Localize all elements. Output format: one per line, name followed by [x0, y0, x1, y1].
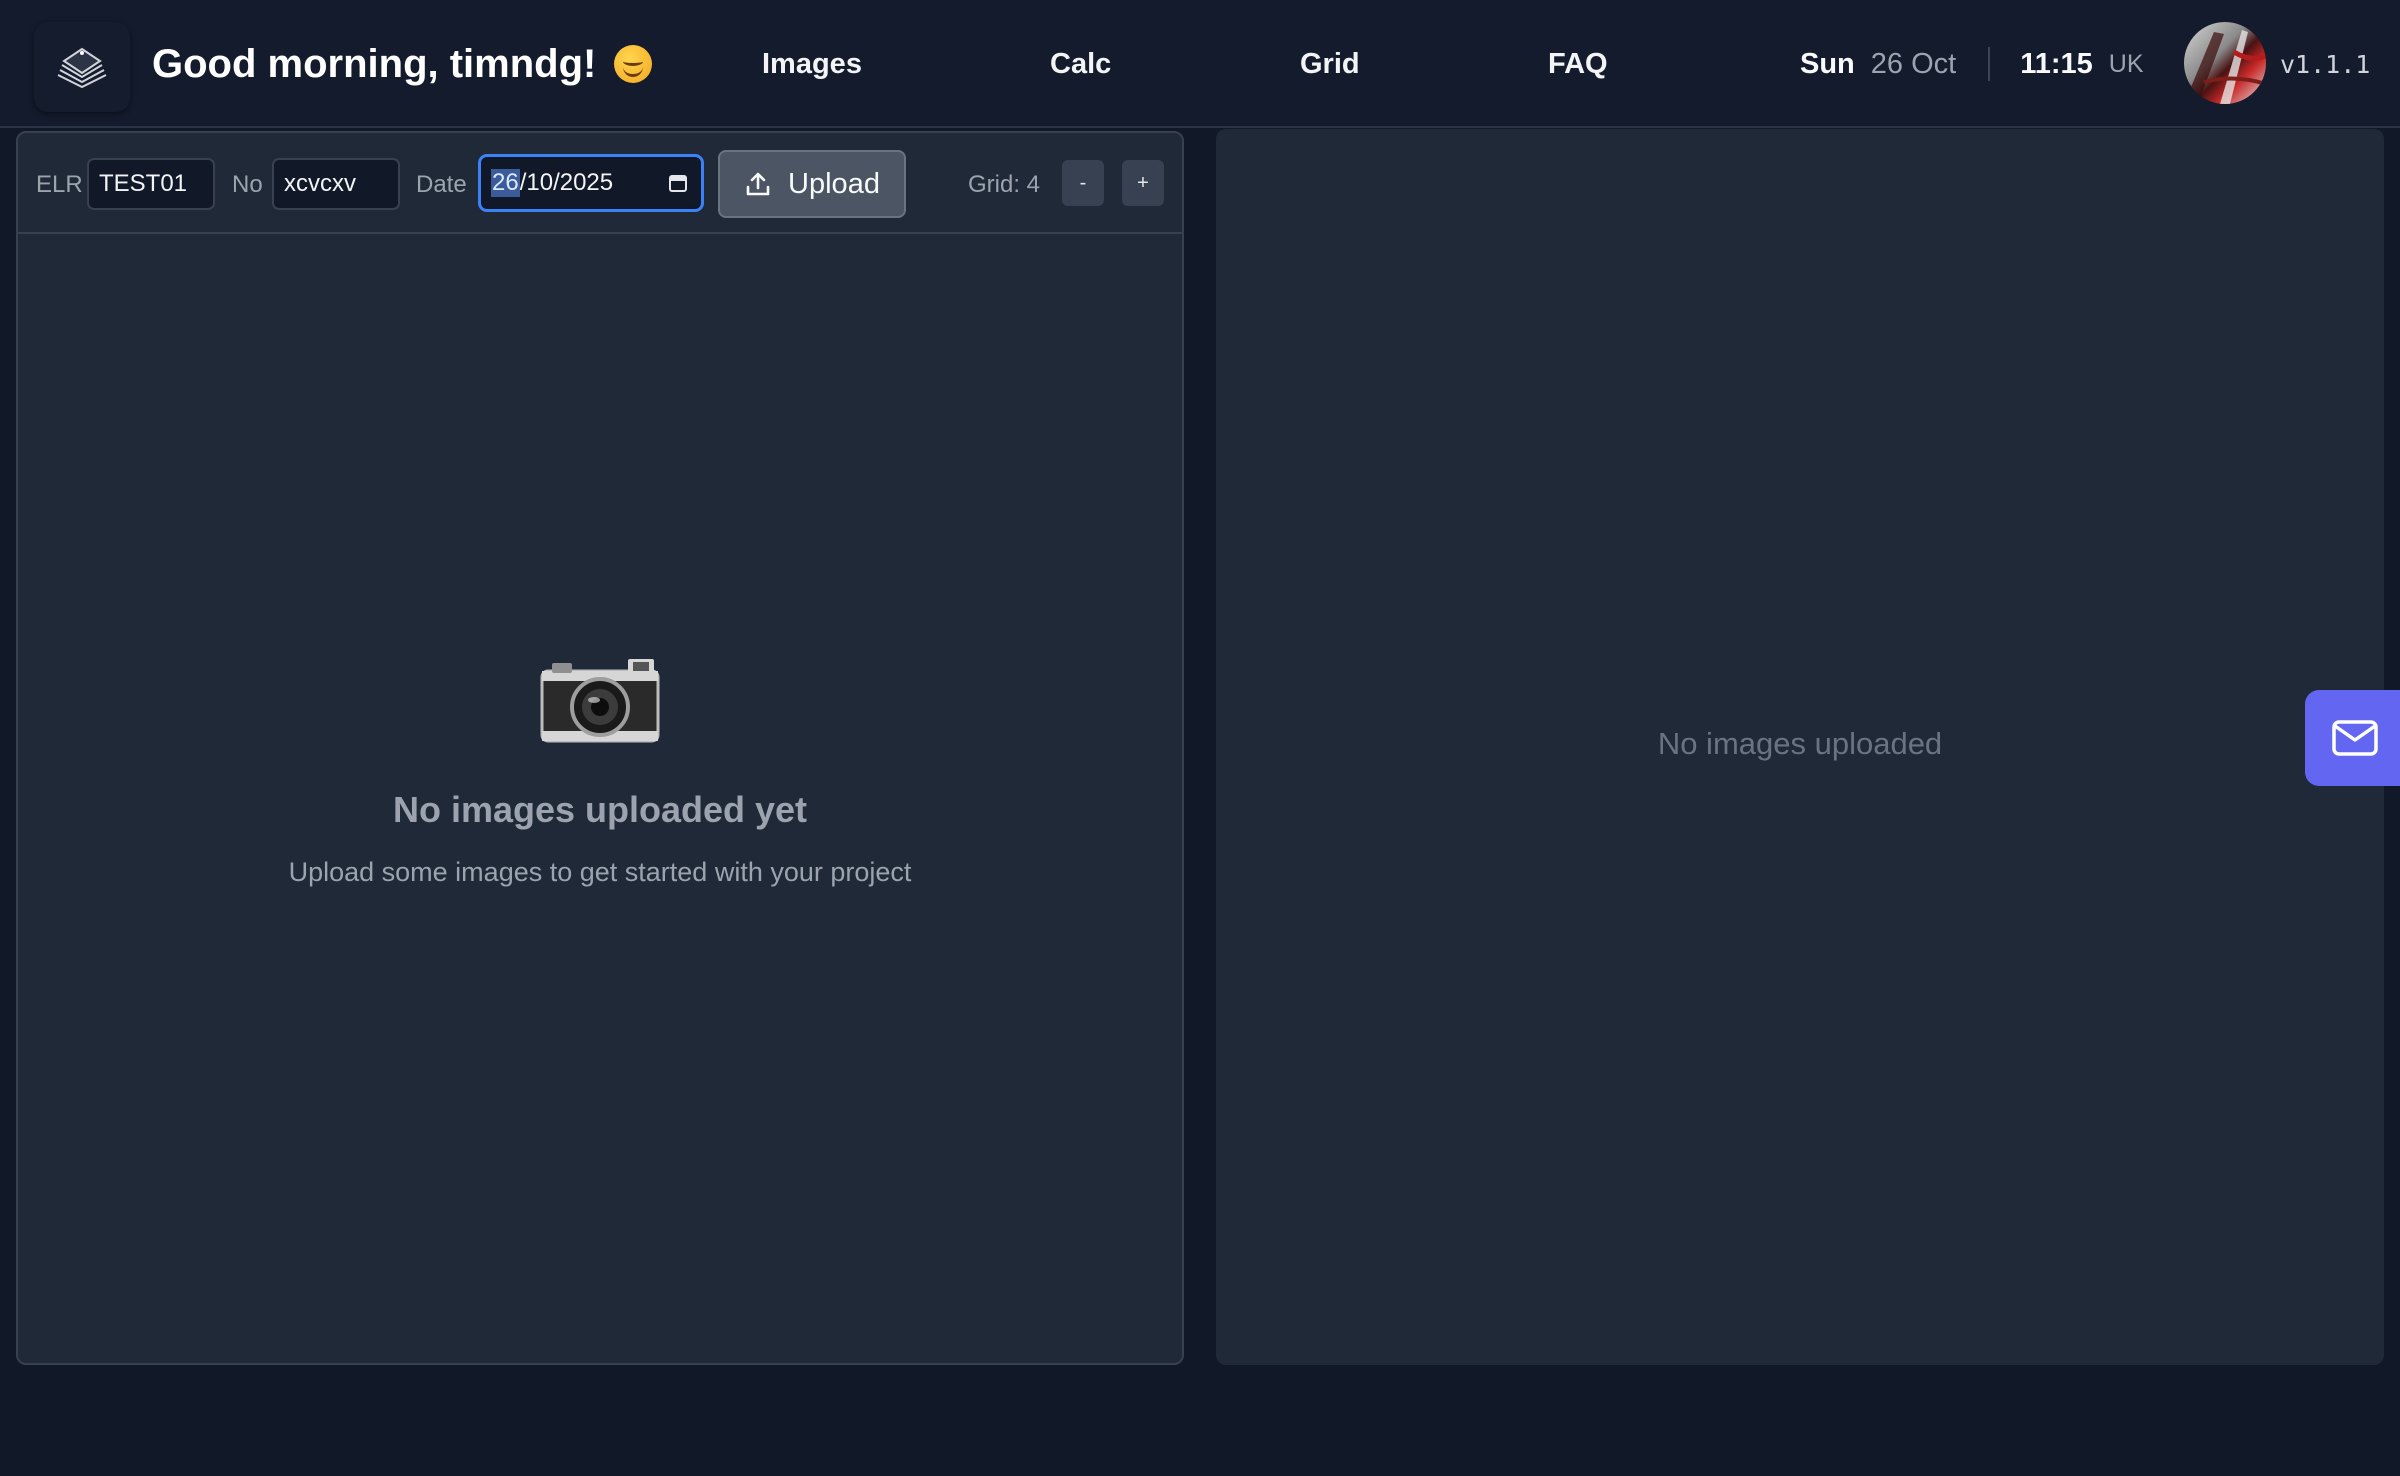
timezone-label: UK [2108, 49, 2144, 78]
nav-calc[interactable]: Calc [1050, 44, 1111, 84]
empty-state: No images uploaded yet Upload some image… [18, 653, 1182, 888]
no-label: No [232, 171, 263, 198]
contact-mail-button[interactable] [2305, 690, 2400, 786]
empty-state-title: No images uploaded yet [392, 789, 808, 830]
nav-grid[interactable]: Grid [1300, 44, 1360, 84]
upload-button-label: Upload [788, 167, 880, 200]
smiling-face-emoji-icon [614, 45, 653, 83]
app-logo[interactable] [34, 22, 130, 112]
date-month-year-segment[interactable]: /10/2025 [520, 169, 613, 197]
camera-icon [540, 659, 660, 743]
greeting-heading: Good morning, timndg! [152, 36, 653, 92]
current-date: 26 Oct [1870, 47, 1957, 80]
calendar-icon[interactable] [669, 173, 687, 193]
grid-decrease-button[interactable]: - [1062, 160, 1104, 206]
grid-increase-button[interactable]: + [1122, 160, 1164, 206]
preview-empty-text: No images uploaded [1657, 726, 1943, 761]
top-header: Good morning, timndg! Images Calc Grid F… [0, 0, 2400, 128]
date-label: Date [416, 171, 467, 198]
app-version: v1.1.1 [2280, 49, 2371, 79]
date-input[interactable]: 26 /10/2025 [478, 154, 704, 212]
current-time: 11:15 [2020, 47, 2093, 80]
layered-stack-logo-icon [57, 47, 107, 89]
nav-images[interactable]: Images [762, 44, 862, 84]
avatar-image [2184, 30, 2266, 104]
preview-panel: No images uploaded [1216, 129, 2384, 1365]
nav-faq[interactable]: FAQ [1548, 44, 1608, 84]
elr-label: ELR [36, 171, 83, 198]
elr-input[interactable]: TEST01 [87, 158, 215, 210]
date-time-display: Sun 26 Oct 11:15 UK [1800, 42, 2144, 86]
current-day: Sun [1800, 47, 1855, 80]
date-time-divider [1988, 47, 1991, 81]
upload-icon [746, 172, 770, 196]
mail-icon [2332, 720, 2378, 756]
greeting-text: Good morning, timndg! [152, 41, 597, 86]
date-day-segment[interactable]: 26 [491, 169, 520, 197]
upload-button[interactable]: Upload [718, 150, 906, 218]
empty-state-subtitle: Upload some images to get started with y… [288, 857, 912, 887]
upload-panel: ELR TEST01 No xcvcxv Date 26 /10/2025 Up… [16, 131, 1184, 1365]
user-avatar[interactable] [2184, 22, 2266, 104]
upload-toolbar: ELR TEST01 No xcvcxv Date 26 /10/2025 Up… [18, 133, 1182, 234]
grid-size-label: Grid: 4 [968, 171, 1041, 198]
no-input[interactable]: xcvcxv [272, 158, 400, 210]
